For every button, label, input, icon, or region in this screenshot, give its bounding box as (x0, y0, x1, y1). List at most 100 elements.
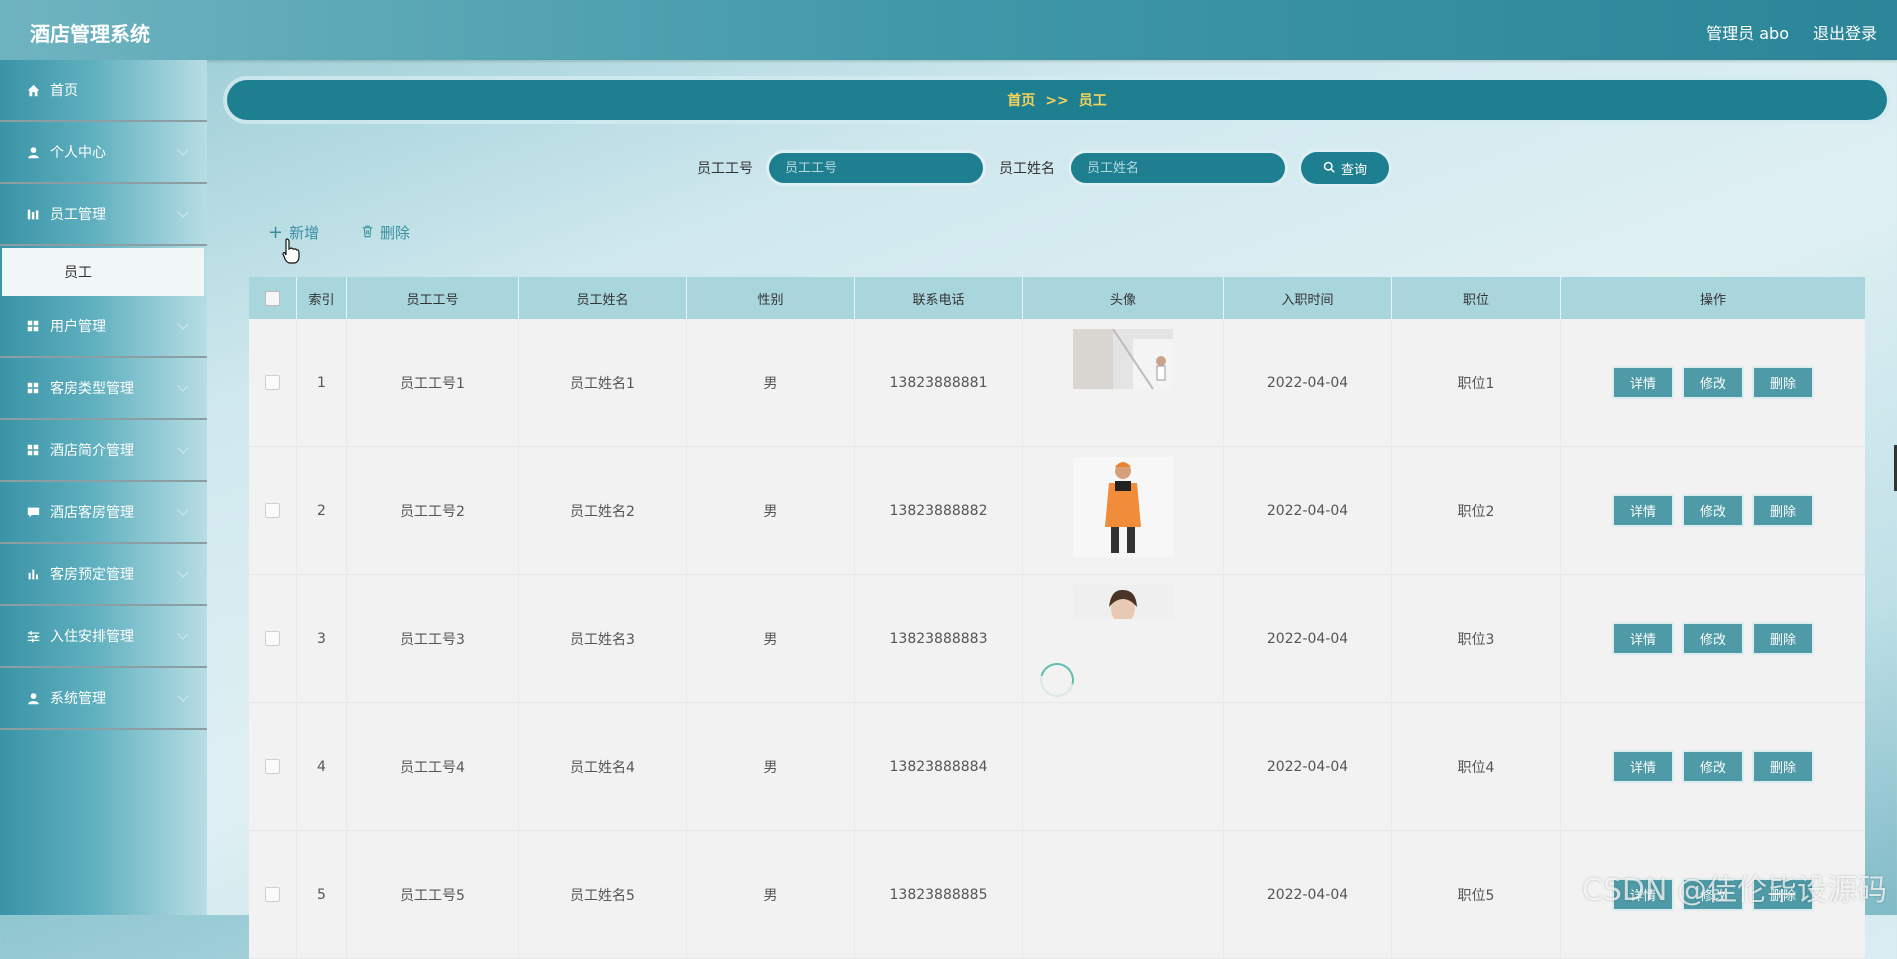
cell-date: 2022-04-04 (1224, 447, 1392, 574)
cell-index: 5 (297, 831, 347, 958)
sidebar-item-system-management[interactable]: 系统管理 (0, 668, 207, 730)
row-select-cell[interactable] (249, 575, 297, 702)
user-icon (26, 691, 40, 705)
sidebar-item-personal-center[interactable]: 个人中心 (0, 122, 207, 184)
chevron-down-icon (177, 144, 189, 156)
delete-button-label: 删除 (380, 224, 411, 242)
cell-position: 职位1 (1392, 319, 1561, 446)
cell-date: 2022-04-04 (1224, 575, 1392, 702)
current-user[interactable]: 管理员 abo (1706, 20, 1789, 44)
cell-index: 2 (297, 447, 347, 574)
detail-button[interactable]: 详情 (1614, 624, 1672, 653)
grid-icon (26, 443, 40, 457)
table-row: 2 员工工号2 员工姓名2 男 13823888882 2022-04-04 职位2 详情 修改… (249, 447, 1865, 575)
chevron-down-icon (177, 690, 189, 702)
cell-gender: 男 (687, 447, 855, 574)
mouse-cursor-icon (282, 238, 300, 268)
detail-button[interactable]: 详情 (1614, 496, 1672, 525)
edit-button[interactable]: 修改 (1684, 752, 1742, 781)
sidebar-subitem-employee[interactable]: 员工 (2, 248, 204, 296)
row-checkbox[interactable] (265, 631, 280, 646)
row-delete-button[interactable]: 删除 (1754, 368, 1812, 397)
sidebar-item-home[interactable]: 首页 (0, 60, 207, 122)
row-select-cell[interactable] (249, 831, 297, 958)
header-select-all[interactable] (249, 277, 297, 319)
chevron-down-icon (177, 442, 189, 454)
sidebar-item-user-management[interactable]: 用户管理 (0, 296, 207, 358)
breadcrumb-home[interactable]: 首页 (1007, 93, 1035, 109)
query-button[interactable]: 查询 (1301, 152, 1389, 184)
cell-date: 2022-04-04 (1224, 703, 1392, 830)
emp-name-input[interactable] (1071, 153, 1285, 183)
cell-gender: 男 (687, 319, 855, 446)
detail-button[interactable]: 详情 (1614, 368, 1672, 397)
table-row: 4 员工工号4 员工姓名4 男 13823888884 2022-04-04 职位4 详情 修改… (249, 703, 1865, 831)
detail-button[interactable]: 详情 (1614, 752, 1672, 781)
cell-avatar (1023, 319, 1224, 446)
sidebar-item-label: 酒店客房管理 (50, 505, 134, 521)
cell-position: 职位4 (1392, 703, 1561, 830)
home-icon (26, 83, 40, 97)
cell-position: 职位2 (1392, 447, 1561, 574)
row-checkbox[interactable] (265, 503, 280, 518)
cell-gender: 男 (687, 575, 855, 702)
row-checkbox[interactable] (265, 759, 280, 774)
cell-position: 职位3 (1392, 575, 1561, 702)
row-checkbox[interactable] (265, 375, 280, 390)
table-row: 1 员工工号1 员工姓名1 男 13823888881 2022-04-04 职位1 详情 修改… (249, 319, 1865, 447)
sidebar-item-room-booking-management[interactable]: 客房预定管理 (0, 544, 207, 606)
cell-name: 员工姓名4 (519, 703, 687, 830)
cell-phone: 13823888883 (855, 575, 1023, 702)
row-select-cell[interactable] (249, 447, 297, 574)
chevron-down-icon (177, 504, 189, 516)
row-select-cell[interactable] (249, 703, 297, 830)
sidebar-item-employee-management[interactable]: 员工管理 (0, 184, 207, 246)
row-checkbox[interactable] (265, 887, 280, 902)
edit-button[interactable]: 修改 (1684, 496, 1742, 525)
cell-date: 2022-04-04 (1224, 831, 1392, 958)
sidebar-item-label: 客房类型管理 (50, 381, 134, 397)
sidebar-item-hotel-room-management[interactable]: 酒店客房管理 (0, 482, 207, 544)
edit-button[interactable]: 修改 (1684, 624, 1742, 653)
emp-no-input[interactable] (769, 153, 983, 183)
cell-name: 员工姓名3 (519, 575, 687, 702)
cell-name: 员工姓名2 (519, 447, 687, 574)
cell-index: 3 (297, 575, 347, 702)
breadcrumb-separator: >> (1045, 93, 1069, 109)
logout-link[interactable]: 退出登录 (1813, 20, 1877, 44)
select-all-checkbox[interactable] (265, 290, 280, 306)
sidebar-item-room-type-management[interactable]: 客房类型管理 (0, 358, 207, 420)
cell-phone: 13823888882 (855, 447, 1023, 574)
cell-index: 1 (297, 319, 347, 446)
row-delete-button[interactable]: 删除 (1754, 624, 1812, 653)
edit-button[interactable]: 修改 (1684, 368, 1742, 397)
sidebar-item-checkin-arrangement[interactable]: 入住安排管理 (0, 606, 207, 668)
cell-phone: 13823888885 (855, 831, 1023, 958)
cell-actions: 详情 修改 删除 (1561, 319, 1865, 446)
sidebar-item-label: 员工管理 (50, 207, 106, 223)
cell-actions: 详情 修改 删除 (1561, 447, 1865, 574)
query-button-label: 查询 (1340, 161, 1367, 177)
sidebar-item-label: 首页 (50, 83, 78, 99)
row-select-cell[interactable] (249, 319, 297, 446)
sidebar-item-hotel-intro-management[interactable]: 酒店简介管理 (0, 420, 207, 482)
sidebar-item-label: 客房预定管理 (50, 567, 134, 583)
row-delete-button[interactable]: 删除 (1754, 752, 1812, 781)
sidebar-item-label: 系统管理 (50, 691, 106, 707)
sidebar-item-label: 用户管理 (50, 319, 106, 335)
cell-avatar (1023, 831, 1224, 958)
delete-button[interactable]: 删除 (361, 222, 410, 243)
grid-icon (26, 319, 40, 333)
row-delete-button[interactable]: 删除 (1754, 496, 1812, 525)
cell-no: 员工工号3 (347, 575, 519, 702)
top-right-menu: 管理员 abo 退出登录 (1706, 20, 1877, 44)
cell-name: 员工姓名5 (519, 831, 687, 958)
header-cell: 头像 (1023, 277, 1224, 319)
breadcrumb: 首页 >> 员工 (227, 80, 1887, 120)
header-cell: 联系电话 (855, 277, 1023, 319)
table-header: 索引 员工工号 员工姓名 性别 联系电话 头像 入职时间 职位 操作 (249, 277, 1865, 319)
avatar (1073, 585, 1173, 623)
cell-no: 员工工号5 (347, 831, 519, 958)
cell-date: 2022-04-04 (1224, 319, 1392, 446)
sidebar: 首页 个人中心 员工管理 员工 用户管理 客房类型管理 酒店简介管理 酒店客房管… (0, 60, 207, 915)
